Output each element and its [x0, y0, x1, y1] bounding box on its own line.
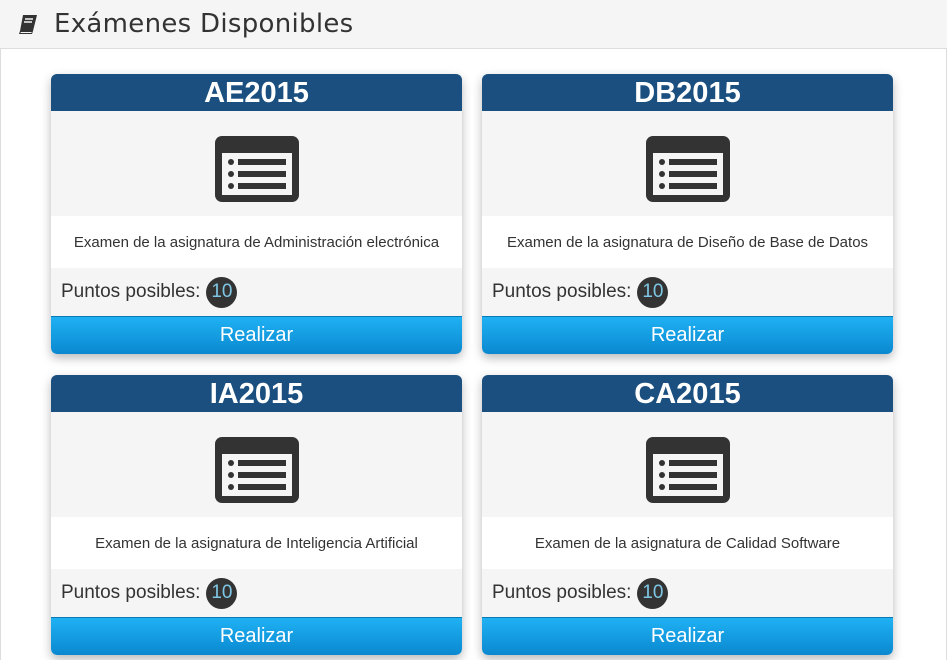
exam-card: AE2015 Examen de la asignatura de Admini… [51, 74, 462, 354]
list-icon [51, 111, 462, 216]
exam-code: CA2015 [482, 375, 893, 412]
exam-card: CA2015 Examen de la asignatura de Calida… [482, 375, 893, 655]
realizar-button[interactable]: Realizar [482, 617, 893, 655]
panel-heading: Exámenes Disponibles [0, 0, 947, 49]
exam-card: DB2015 Examen de la asignatura de Diseño… [482, 74, 893, 354]
exam-code: DB2015 [482, 74, 893, 111]
points-row: Puntos posibles: 10 [51, 268, 462, 316]
book-icon [16, 12, 40, 36]
realizar-button[interactable]: Realizar [482, 316, 893, 354]
points-row: Puntos posibles: 10 [51, 569, 462, 617]
points-badge: 10 [637, 276, 669, 308]
points-badge: 10 [637, 577, 669, 609]
exam-card: IA2015 Examen de la asignatura de Inteli… [51, 375, 462, 655]
realizar-button[interactable]: Realizar [51, 316, 462, 354]
exam-description: Examen de la asignatura de Administració… [51, 216, 462, 268]
exam-description: Examen de la asignatura de Inteligencia … [51, 517, 462, 569]
exam-code: IA2015 [51, 375, 462, 412]
points-label: Puntos posibles: [61, 281, 201, 302]
realizar-button[interactable]: Realizar [51, 617, 462, 655]
exam-description: Examen de la asignatura de Diseño de Bas… [482, 216, 893, 268]
list-icon [482, 111, 893, 216]
exam-description: Examen de la asignatura de Calidad Softw… [482, 517, 893, 569]
list-icon [51, 412, 462, 517]
page-title: Exámenes Disponibles [54, 9, 354, 39]
exam-list: AE2015 Examen de la asignatura de Admini… [0, 49, 947, 660]
points-row: Puntos posibles: 10 [482, 569, 893, 617]
points-row: Puntos posibles: 10 [482, 268, 893, 316]
list-icon [482, 412, 893, 517]
points-badge: 10 [206, 577, 238, 609]
points-badge: 10 [206, 276, 238, 308]
exam-code: AE2015 [51, 74, 462, 111]
points-label: Puntos posibles: [61, 582, 201, 603]
points-label: Puntos posibles: [492, 281, 632, 302]
points-label: Puntos posibles: [492, 582, 632, 603]
